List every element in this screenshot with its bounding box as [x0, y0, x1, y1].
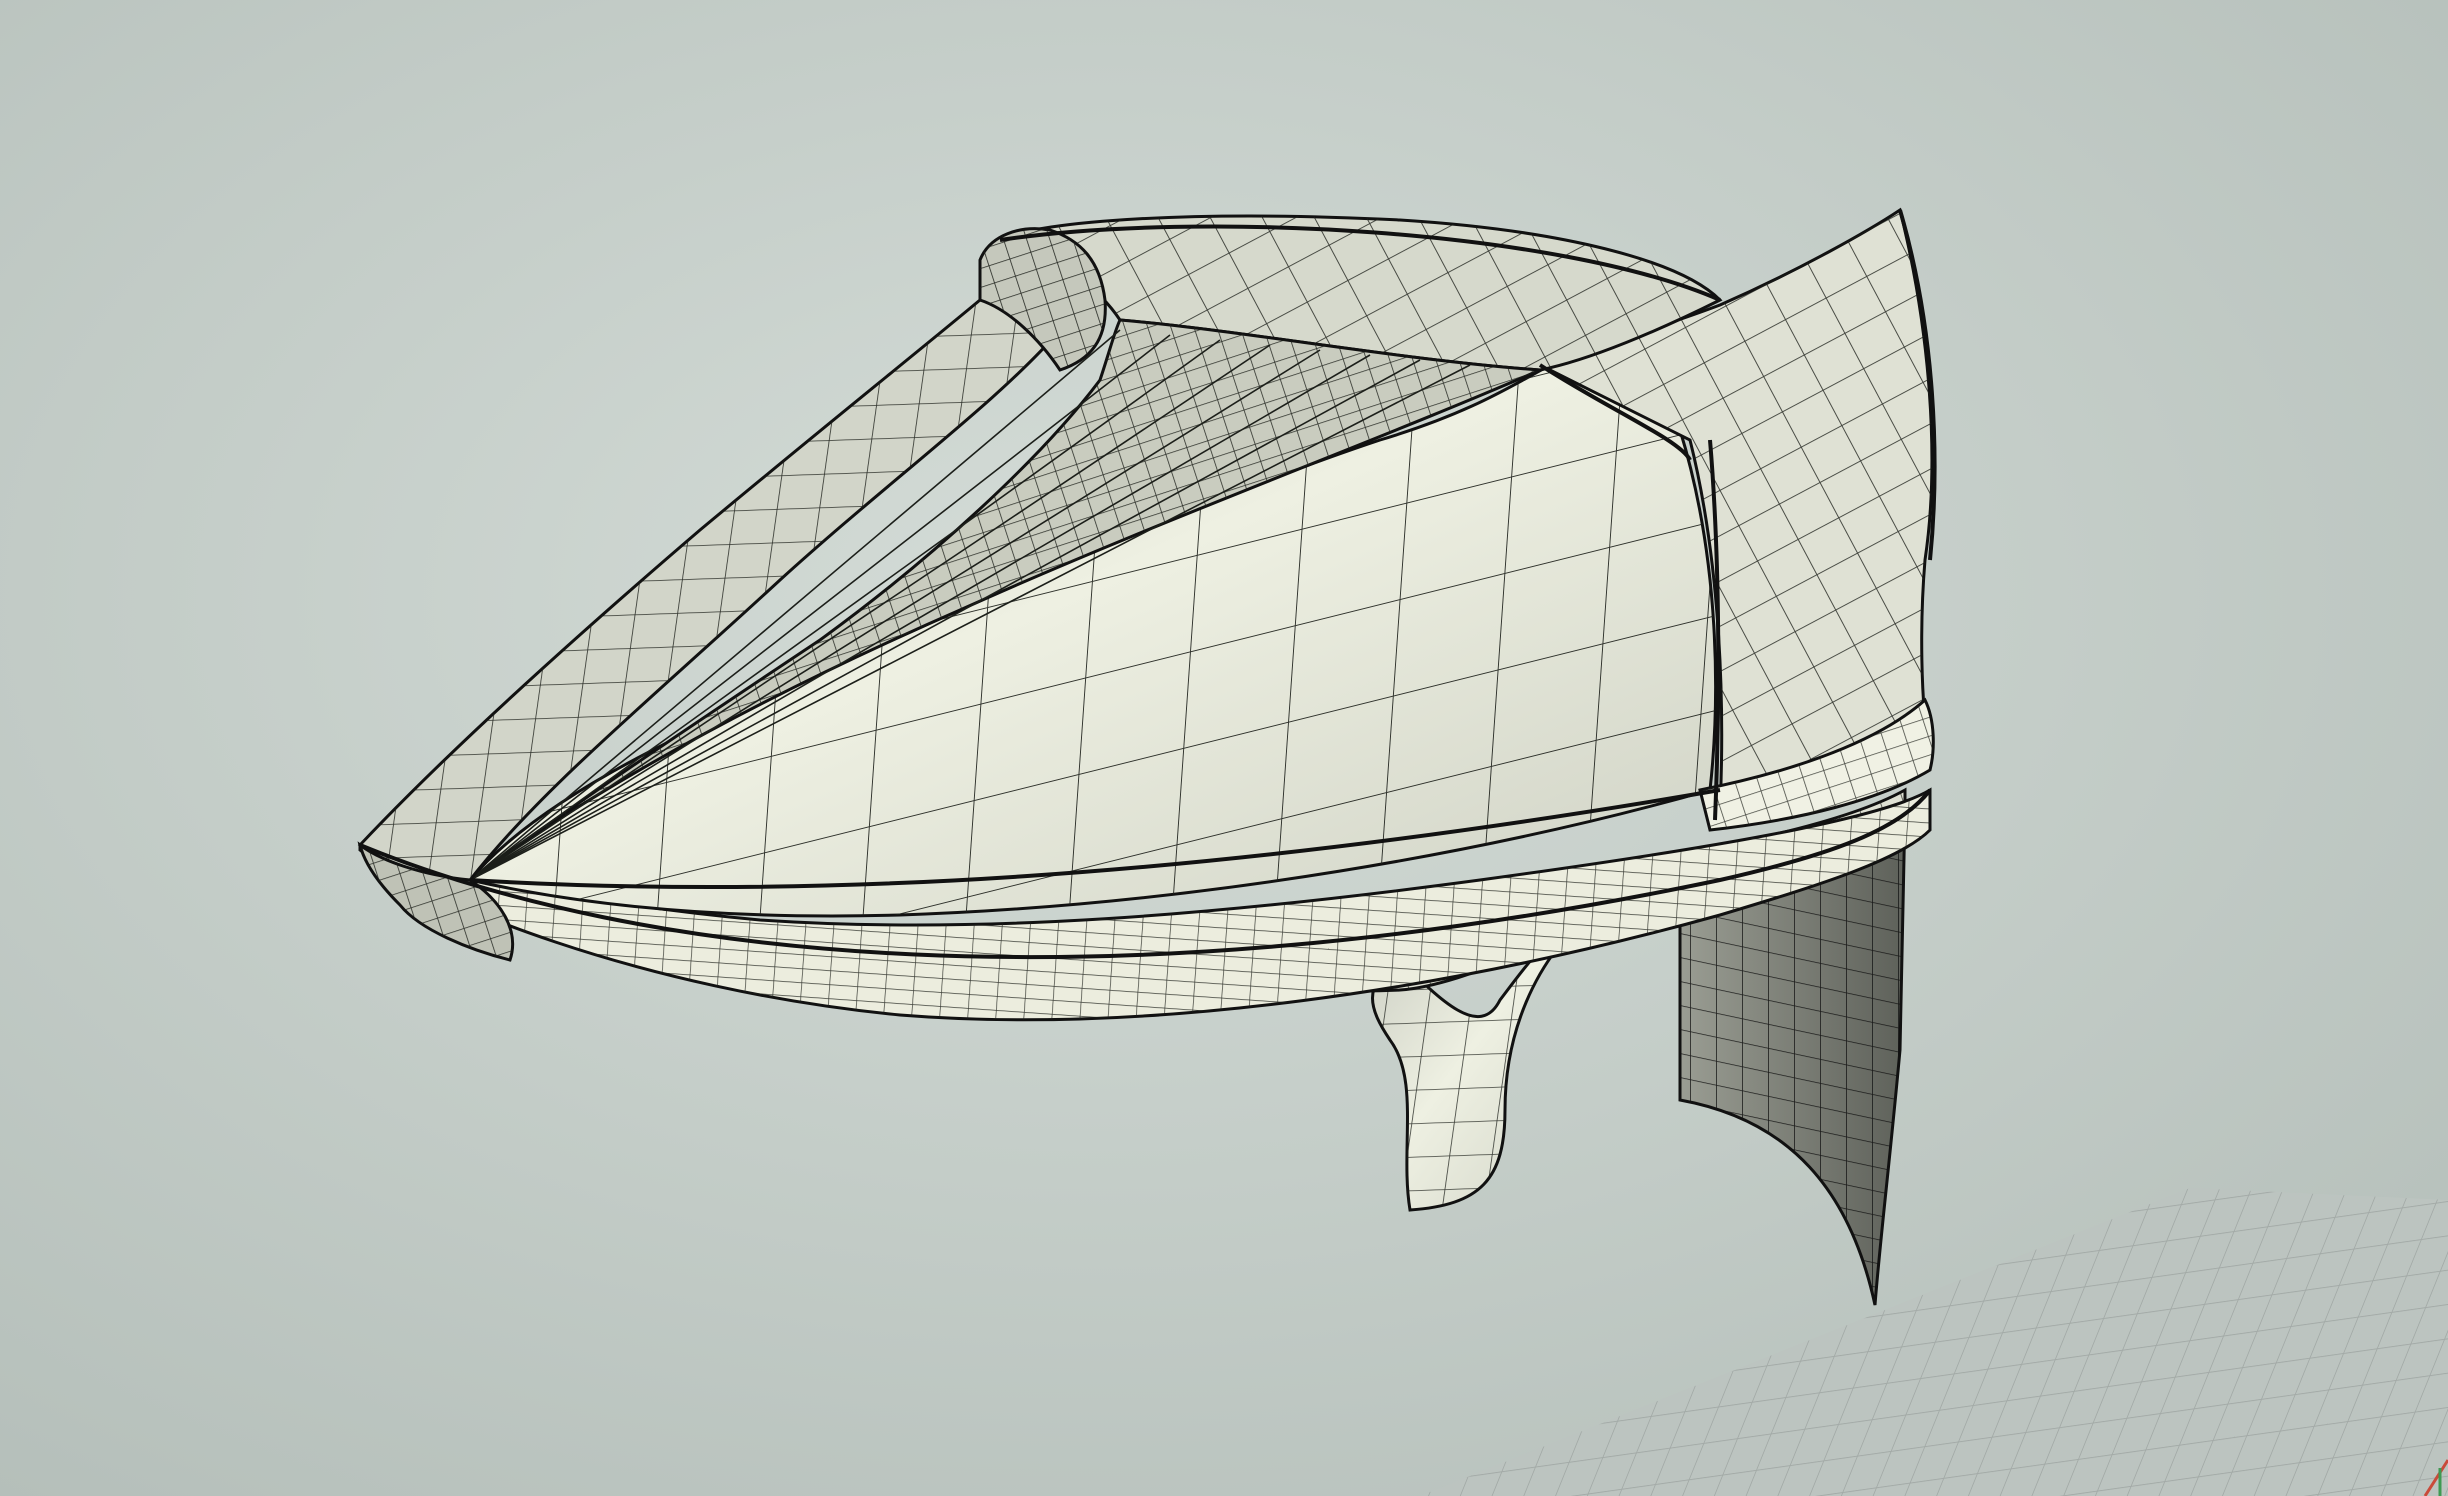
- modeling-viewport[interactable]: [0, 0, 2448, 1496]
- viewport-canvas[interactable]: [0, 0, 2448, 1496]
